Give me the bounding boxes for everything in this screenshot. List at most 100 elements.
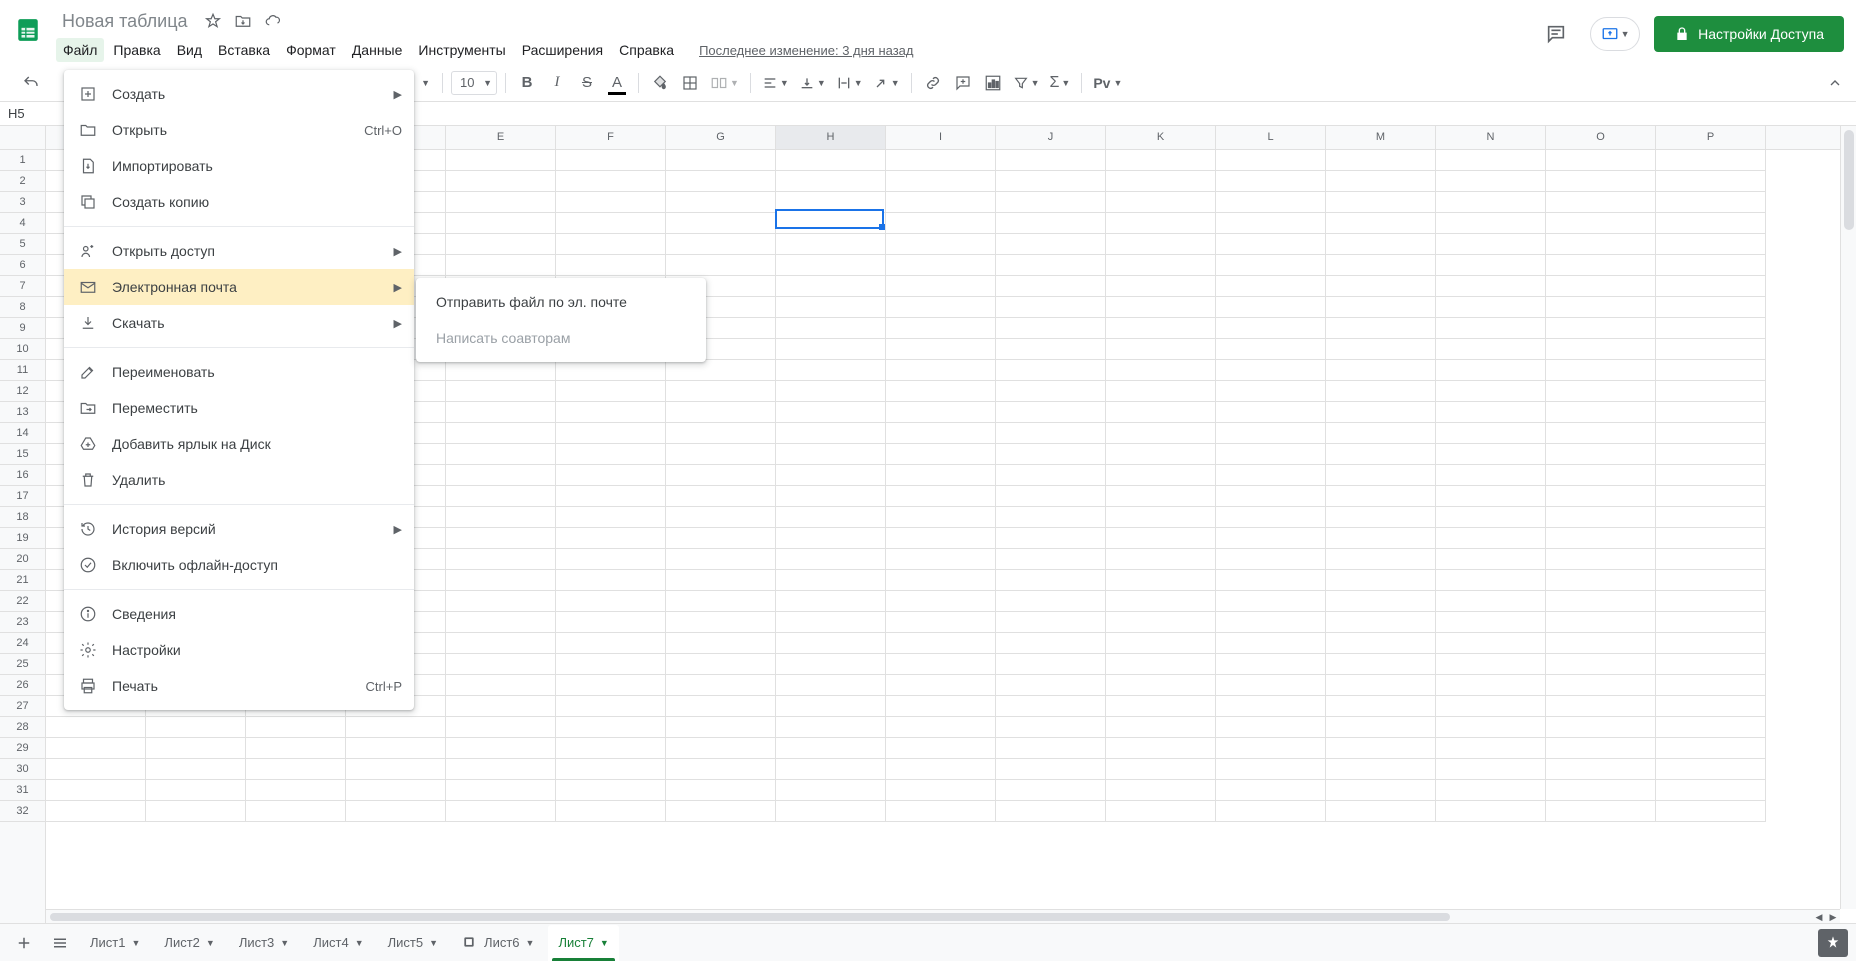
cell[interactable] bbox=[446, 192, 556, 213]
cell[interactable] bbox=[1216, 297, 1326, 318]
cell[interactable] bbox=[446, 633, 556, 654]
cell[interactable] bbox=[1436, 696, 1546, 717]
cell[interactable] bbox=[776, 612, 886, 633]
cell[interactable] bbox=[886, 717, 996, 738]
cell[interactable] bbox=[446, 381, 556, 402]
cell[interactable] bbox=[556, 150, 666, 171]
cell[interactable] bbox=[1216, 801, 1326, 822]
cell[interactable] bbox=[996, 318, 1106, 339]
cell[interactable] bbox=[1436, 339, 1546, 360]
scroll-left-icon[interactable]: ◀ bbox=[1812, 910, 1826, 924]
caret-down-icon[interactable]: ▼ bbox=[355, 938, 364, 948]
horizontal-align-button[interactable]: ▼ bbox=[759, 69, 792, 97]
cell[interactable] bbox=[556, 192, 666, 213]
cell[interactable] bbox=[1436, 192, 1546, 213]
cell[interactable] bbox=[1326, 486, 1436, 507]
cell[interactable] bbox=[1436, 150, 1546, 171]
row-header[interactable]: 17 bbox=[0, 486, 45, 507]
menu-инструменты[interactable]: Инструменты bbox=[411, 38, 512, 62]
cell[interactable] bbox=[886, 318, 996, 339]
cell[interactable] bbox=[1326, 255, 1436, 276]
cell[interactable] bbox=[556, 171, 666, 192]
cell[interactable] bbox=[146, 801, 246, 822]
cell[interactable] bbox=[1436, 780, 1546, 801]
column-header[interactable]: J bbox=[996, 126, 1106, 149]
caret-down-icon[interactable]: ▼ bbox=[526, 938, 535, 948]
cell[interactable] bbox=[1656, 801, 1766, 822]
cell[interactable] bbox=[1326, 276, 1436, 297]
cell[interactable] bbox=[666, 633, 776, 654]
cell[interactable] bbox=[1326, 465, 1436, 486]
cell[interactable] bbox=[1106, 171, 1216, 192]
cell[interactable] bbox=[776, 486, 886, 507]
cell[interactable] bbox=[1546, 738, 1656, 759]
cell[interactable] bbox=[1436, 528, 1546, 549]
cell[interactable] bbox=[996, 360, 1106, 381]
pivot-button[interactable]: Pv▼ bbox=[1090, 69, 1125, 97]
cell[interactable] bbox=[1656, 318, 1766, 339]
cell[interactable] bbox=[996, 339, 1106, 360]
cell[interactable] bbox=[1656, 591, 1766, 612]
row-header[interactable]: 14 bbox=[0, 423, 45, 444]
file-menu-item[interactable]: Создать▶ bbox=[64, 76, 414, 112]
cell[interactable] bbox=[666, 675, 776, 696]
cell[interactable] bbox=[1326, 444, 1436, 465]
cell[interactable] bbox=[776, 339, 886, 360]
cell[interactable] bbox=[776, 276, 886, 297]
cell[interactable] bbox=[1436, 654, 1546, 675]
cell[interactable] bbox=[1216, 549, 1326, 570]
cell[interactable] bbox=[1436, 297, 1546, 318]
cell[interactable] bbox=[1546, 591, 1656, 612]
explore-button[interactable] bbox=[1818, 929, 1848, 957]
cell[interactable] bbox=[666, 465, 776, 486]
cell[interactable] bbox=[1436, 612, 1546, 633]
cell[interactable] bbox=[666, 381, 776, 402]
cell[interactable] bbox=[1656, 528, 1766, 549]
file-menu-item[interactable]: Электронная почта▶ bbox=[64, 269, 414, 305]
cell[interactable] bbox=[1546, 549, 1656, 570]
cell[interactable] bbox=[996, 234, 1106, 255]
cell[interactable] bbox=[1326, 801, 1436, 822]
cell[interactable] bbox=[1436, 423, 1546, 444]
sheet-tab[interactable]: Лист7▼ bbox=[548, 925, 618, 961]
cell[interactable] bbox=[446, 570, 556, 591]
cell[interactable] bbox=[1546, 633, 1656, 654]
bold-button[interactable]: B bbox=[514, 69, 540, 97]
file-menu-item[interactable]: Добавить ярлык на Диск bbox=[64, 426, 414, 462]
cell[interactable] bbox=[1216, 465, 1326, 486]
cell[interactable] bbox=[1326, 675, 1436, 696]
text-rotation-button[interactable]: ▼ bbox=[870, 69, 903, 97]
cell[interactable] bbox=[1106, 801, 1216, 822]
cell[interactable] bbox=[996, 675, 1106, 696]
row-header[interactable]: 11 bbox=[0, 360, 45, 381]
cell[interactable] bbox=[886, 150, 996, 171]
horizontal-scrollbar[interactable]: ◀ ▶ bbox=[46, 909, 1840, 923]
undo-button[interactable] bbox=[18, 69, 44, 97]
cell[interactable] bbox=[1436, 402, 1546, 423]
cell[interactable] bbox=[776, 171, 886, 192]
column-header[interactable]: N bbox=[1436, 126, 1546, 149]
row-header[interactable]: 19 bbox=[0, 528, 45, 549]
cell[interactable] bbox=[1106, 633, 1216, 654]
cell[interactable] bbox=[1546, 339, 1656, 360]
cell[interactable] bbox=[776, 150, 886, 171]
cell[interactable] bbox=[996, 402, 1106, 423]
sheets-logo[interactable] bbox=[8, 10, 48, 50]
cell[interactable] bbox=[1546, 507, 1656, 528]
doc-title[interactable]: Новая таблица bbox=[56, 9, 194, 34]
cell[interactable] bbox=[1216, 528, 1326, 549]
cell[interactable] bbox=[1656, 612, 1766, 633]
name-box[interactable]: H5 bbox=[0, 106, 52, 121]
cell[interactable] bbox=[666, 402, 776, 423]
file-menu-item[interactable]: Открыть доступ▶ bbox=[64, 233, 414, 269]
cell[interactable] bbox=[346, 801, 446, 822]
cell[interactable] bbox=[996, 255, 1106, 276]
cell[interactable] bbox=[666, 234, 776, 255]
cell[interactable] bbox=[996, 423, 1106, 444]
cell[interactable] bbox=[1436, 465, 1546, 486]
menu-вставка[interactable]: Вставка bbox=[211, 38, 277, 62]
file-menu-item[interactable]: Настройки bbox=[64, 632, 414, 668]
cell[interactable] bbox=[556, 549, 666, 570]
row-header[interactable]: 30 bbox=[0, 759, 45, 780]
menu-вид[interactable]: Вид bbox=[170, 38, 209, 62]
